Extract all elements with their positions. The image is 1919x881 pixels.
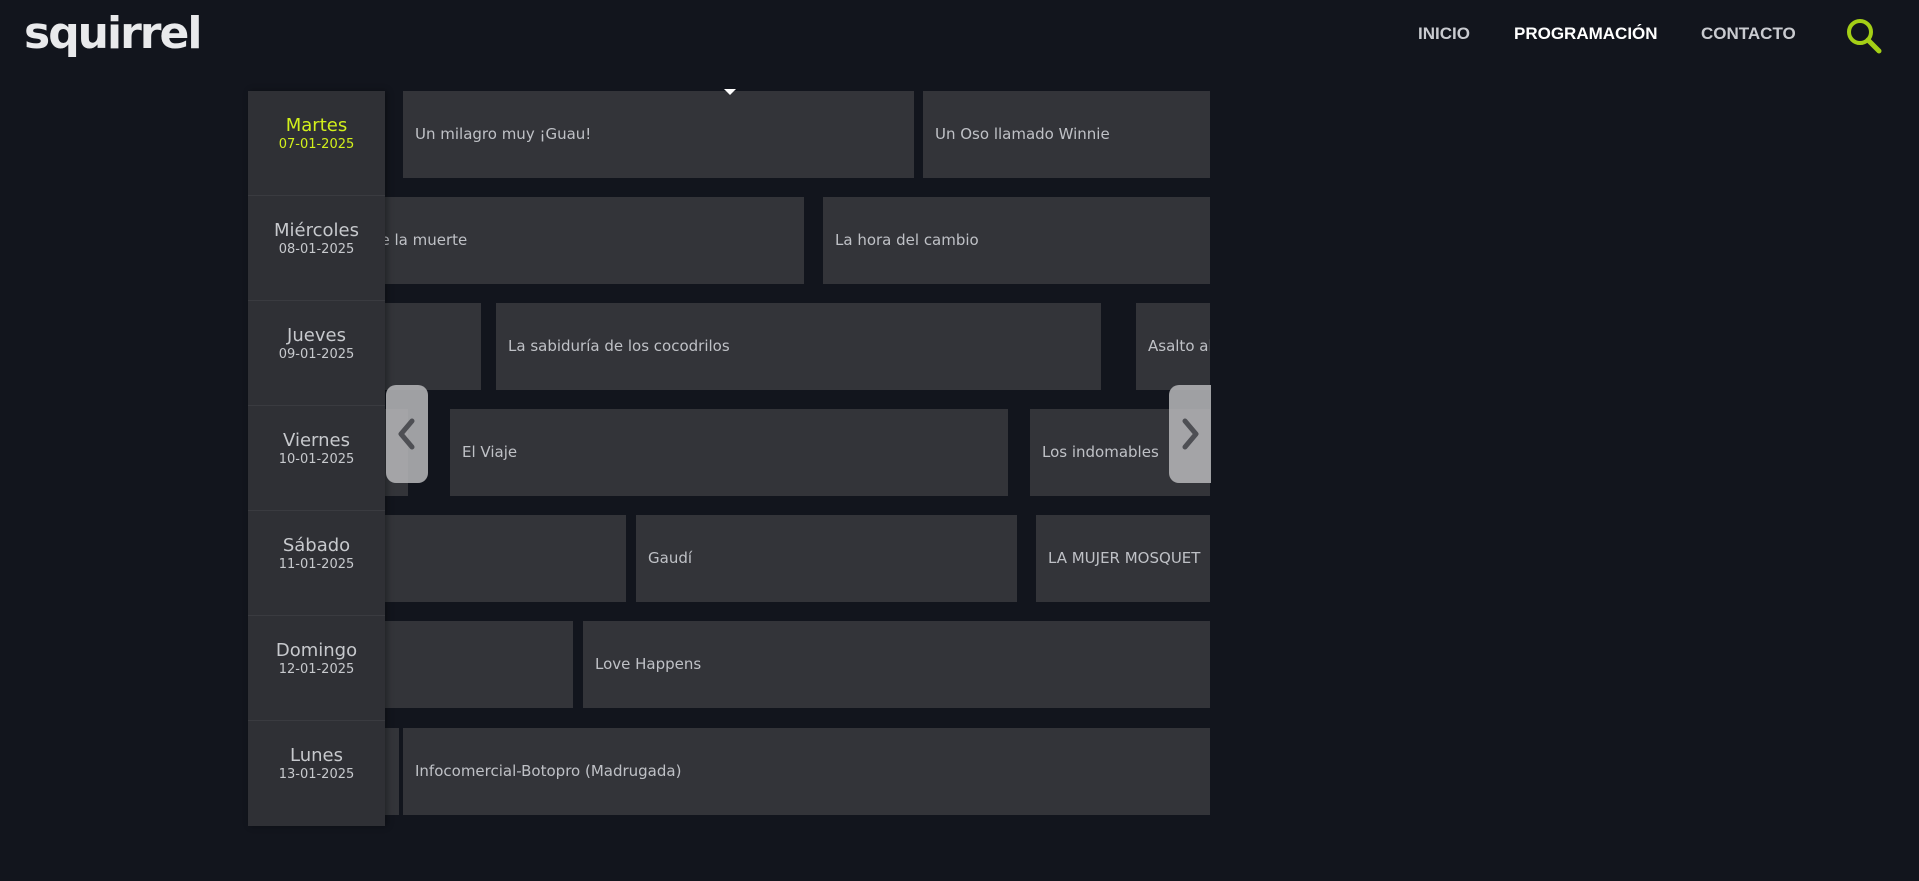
day-date: 07-01-2025 — [278, 137, 355, 152]
day-sabado[interactable]: Sábado 11-01-2025 — [248, 511, 385, 616]
chevron-right-icon — [1182, 418, 1199, 450]
nav-programacion[interactable]: PROGRAMACIÓN — [1514, 24, 1658, 44]
program-love-happens[interactable]: Love Happens — [583, 621, 1210, 708]
day-lunes[interactable]: Lunes 13-01-2025 — [248, 721, 385, 826]
program-la-mujer-mosquet[interactable]: LA MUJER MOSQUET — [1036, 515, 1210, 602]
top-bar: squirrel INICIO PROGRAMACIÓN CONTACTO — [0, 0, 1919, 70]
day-name: Martes — [285, 115, 348, 136]
day-date: 10-01-2025 — [278, 452, 355, 467]
day-date: 13-01-2025 — [278, 767, 355, 782]
day-date: 09-01-2025 — [278, 347, 355, 362]
day-name: Viernes — [283, 430, 350, 451]
day-miercoles[interactable]: Miércoles 08-01-2025 — [248, 196, 385, 301]
program-el-viaje[interactable]: El Viaje — [450, 409, 1008, 496]
logo[interactable]: squirrel — [24, 6, 202, 62]
search-button[interactable] — [1844, 16, 1884, 56]
program-la-sabiduria-de-los-cocodrilos[interactable]: La sabiduría de los cocodrilos — [496, 303, 1101, 390]
nav-inicio[interactable]: INICIO — [1418, 24, 1470, 44]
day-date: 12-01-2025 — [278, 662, 355, 677]
day-name: Jueves — [287, 325, 346, 346]
program-un-milagro-muy-guau[interactable]: Un milagro muy ¡Guau! — [403, 91, 914, 178]
current-time-caret — [724, 89, 736, 95]
program-un-oso-llamado-winnie[interactable]: Un Oso llamado Winnie — [923, 91, 1210, 178]
day-viernes[interactable]: Viernes 10-01-2025 — [248, 406, 385, 511]
day-name: Domingo — [275, 640, 358, 661]
day-date: 11-01-2025 — [278, 557, 355, 572]
nav-contacto[interactable]: CONTACTO — [1701, 24, 1796, 44]
search-icon — [1847, 19, 1882, 54]
program-asalto-al[interactable]: Asalto al — [1136, 303, 1210, 390]
program-la-hora-del-cambio[interactable]: La hora del cambio — [823, 197, 1210, 284]
program-gaudi[interactable]: Gaudí — [636, 515, 1017, 602]
day-column: Martes 07-01-2025 Miércoles 08-01-2025 J… — [248, 91, 385, 826]
day-name: Sábado — [282, 535, 351, 556]
chevron-left-icon — [398, 418, 415, 450]
day-jueves[interactable]: Jueves 09-01-2025 — [248, 301, 385, 406]
day-date: 08-01-2025 — [278, 242, 355, 257]
scroll-right-button[interactable] — [1169, 385, 1211, 483]
program-infocomercial-botopro[interactable]: Infocomercial-Botopro (Madrugada) — [403, 728, 1210, 815]
day-name: Miércoles — [274, 220, 359, 241]
day-name: Lunes — [290, 745, 343, 766]
scroll-left-button[interactable] — [386, 385, 428, 483]
day-domingo[interactable]: Domingo 12-01-2025 — [248, 616, 385, 721]
day-martes[interactable]: Martes 07-01-2025 — [248, 91, 385, 196]
